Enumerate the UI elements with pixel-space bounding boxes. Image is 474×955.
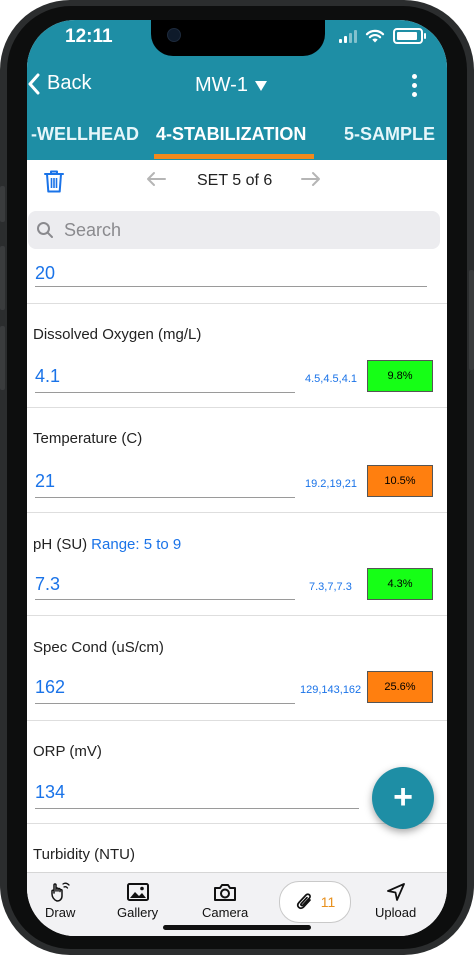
search-bar bbox=[28, 211, 440, 249]
search-input[interactable] bbox=[62, 218, 426, 242]
previous-set-button[interactable] bbox=[145, 170, 167, 193]
change-badge: 25.6% bbox=[367, 671, 433, 703]
field-label: ORP (mV) bbox=[33, 743, 102, 760]
draw-label: Draw bbox=[45, 905, 76, 920]
notch bbox=[151, 20, 325, 56]
draw-button[interactable]: Draw bbox=[45, 881, 75, 920]
add-button[interactable]: + bbox=[372, 767, 434, 829]
attachments-count: 11 bbox=[320, 894, 336, 910]
change-badge: 9.8% bbox=[367, 360, 433, 392]
change-badge: 10.5% bbox=[367, 465, 433, 497]
field-label: pH (SU) Range: 5 to 9 bbox=[33, 536, 181, 553]
attachments-button[interactable]: 11 bbox=[279, 881, 351, 923]
tab-sample[interactable]: 5-SAMPLE bbox=[344, 124, 435, 145]
field-row: 20 bbox=[27, 259, 447, 304]
field-row-turbidity: Turbidity (NTU) bbox=[27, 823, 447, 872]
field-value-input[interactable]: 20 bbox=[35, 263, 55, 284]
history-values: 19.2,19,21 bbox=[305, 478, 357, 490]
caret-down-icon bbox=[254, 80, 267, 91]
tab-stabilization[interactable]: 4-STABILIZATION bbox=[156, 124, 306, 145]
more-options-button[interactable] bbox=[409, 72, 419, 100]
field-underline bbox=[35, 599, 295, 600]
field-range: Range: 5 to 9 bbox=[91, 536, 182, 553]
field-label: Dissolved Oxygen (mg/L) bbox=[33, 326, 202, 343]
field-label: Temperature (C) bbox=[33, 430, 143, 447]
gallery-button[interactable]: Gallery bbox=[117, 881, 158, 920]
arrow-left-icon bbox=[147, 172, 166, 186]
plus-icon: + bbox=[393, 777, 413, 816]
app-screen: 12:11 Back MW-1 -WELLHEAD 4-STABILIZATIO… bbox=[27, 20, 447, 936]
field-row-dissolved-oxygen: Dissolved Oxygen (mg/L) 4.1 4.5,4.5,4.1 … bbox=[27, 303, 447, 408]
home-indicator bbox=[163, 925, 311, 930]
field-value-input[interactable]: 134 bbox=[35, 782, 65, 803]
status-time: 12:11 bbox=[65, 26, 113, 47]
field-row-spec-cond: Spec Cond (uS/cm) 162 129,143,162 25.6% bbox=[27, 615, 447, 721]
field-underline bbox=[35, 392, 295, 393]
field-underline bbox=[35, 808, 359, 809]
battery-icon bbox=[393, 28, 426, 44]
history-values: 4.5,4.5,4.1 bbox=[305, 373, 357, 385]
trash-icon bbox=[44, 170, 64, 193]
gallery-label: Gallery bbox=[117, 905, 159, 920]
field-value-input[interactable]: 4.1 bbox=[35, 366, 60, 387]
field-underline bbox=[35, 497, 295, 498]
power-button bbox=[469, 270, 474, 370]
status-icons bbox=[339, 28, 426, 44]
field-value-input[interactable]: 162 bbox=[35, 677, 65, 698]
app-header: 12:11 Back MW-1 -WELLHEAD 4-STABILIZATIO… bbox=[27, 20, 447, 160]
gallery-icon bbox=[126, 883, 149, 901]
page-title: MW-1 bbox=[195, 74, 248, 96]
field-label: Turbidity (NTU) bbox=[33, 846, 135, 863]
history-values: 129,143,162 bbox=[300, 684, 362, 696]
volume-down-button bbox=[0, 326, 5, 390]
field-underline bbox=[35, 703, 295, 704]
field-underline bbox=[35, 286, 427, 287]
upload-label: Upload bbox=[375, 905, 417, 920]
volume-up-button bbox=[0, 246, 5, 310]
wifi-icon bbox=[365, 29, 385, 42]
arrow-right-icon bbox=[301, 172, 320, 186]
change-badge: 4.3% bbox=[367, 568, 433, 600]
camera-label: Camera bbox=[202, 905, 249, 920]
chevron-left-icon bbox=[28, 73, 40, 94]
field-value-input[interactable]: 21 bbox=[35, 471, 55, 492]
set-navigator: SET 5 of 6 bbox=[27, 160, 447, 204]
search-icon bbox=[37, 222, 53, 238]
history-values: 7.3,7,7.3 bbox=[309, 581, 352, 593]
field-value-input[interactable]: 7.3 bbox=[35, 574, 60, 595]
tab-wellhead[interactable]: -WELLHEAD bbox=[31, 124, 139, 145]
active-tab-indicator bbox=[154, 154, 314, 159]
field-row-ph: pH (SU) Range: 5 to 9 7.3 7.3,7,7.3 4.3% bbox=[27, 512, 447, 616]
paperclip-icon bbox=[296, 893, 311, 910]
delete-set-button[interactable] bbox=[41, 168, 67, 194]
camera-icon bbox=[214, 884, 237, 901]
front-camera-icon bbox=[167, 28, 181, 42]
next-set-button[interactable] bbox=[300, 170, 322, 193]
set-label: SET 5 of 6 bbox=[197, 172, 273, 189]
field-label: Spec Cond (uS/cm) bbox=[33, 639, 164, 656]
hand-draw-icon bbox=[51, 882, 70, 902]
field-label-text: pH (SU) bbox=[33, 536, 88, 553]
camera-button[interactable]: Camera bbox=[202, 881, 248, 920]
mute-switch bbox=[0, 186, 5, 222]
field-row-temperature: Temperature (C) 21 19.2,19,21 10.5% bbox=[27, 407, 447, 513]
signal-icon bbox=[339, 29, 357, 43]
back-label: Back bbox=[47, 72, 92, 94]
navigation-arrow-icon bbox=[386, 883, 405, 901]
location-selector[interactable]: MW-1 bbox=[195, 74, 268, 97]
upload-button[interactable]: Upload bbox=[375, 881, 416, 920]
back-button[interactable]: Back bbox=[27, 72, 91, 95]
